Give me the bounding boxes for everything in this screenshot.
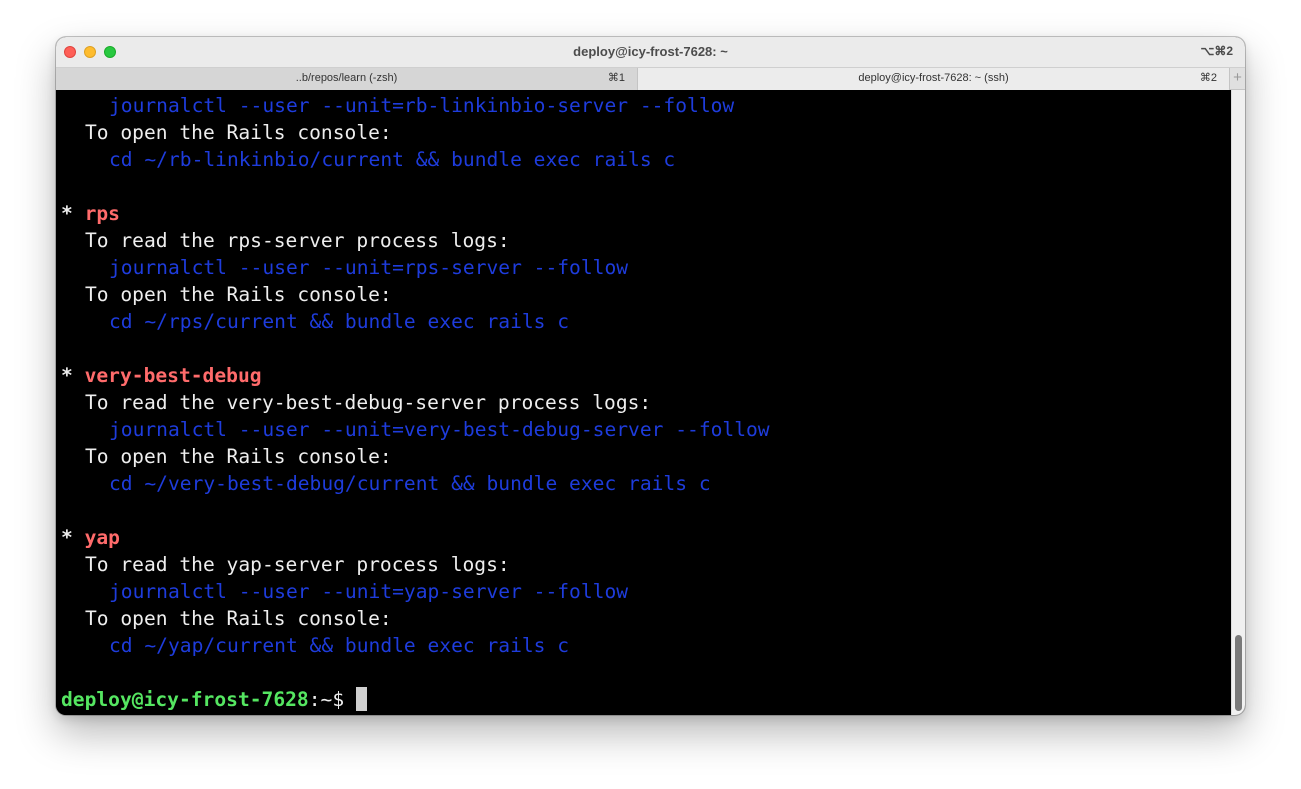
terminal-line: To read the very-best-debug-server proce… [85,391,652,414]
prompt-user-host: deploy@icy-frost-7628 [61,688,309,711]
shell-prompt[interactable]: deploy@icy-frost-7628:~$ [61,686,368,713]
terminal-line: To open the Rails console: [85,283,392,306]
bullet: * [61,364,85,387]
terminal-line: To read the rps-server process logs: [85,229,510,252]
terminal-line: cd ~/yap/current && bundle exec rails c [109,634,570,657]
terminal-line: journalctl --user --unit=very-best-debug… [109,418,770,441]
window-shortcut: ⌥⌘2 [1200,44,1233,58]
window-title: deploy@icy-frost-7628: ~ [573,44,728,59]
terminal-output[interactable]: journalctl --user --unit=rb-linkinbio-se… [56,90,1231,715]
terminal-line: To open the Rails console: [85,445,392,468]
terminal-line: cd ~/very-best-debug/current && bundle e… [109,472,711,495]
app-name: yap [84,526,120,549]
text-cursor [356,687,368,711]
app-heading: * very-best-debug [61,362,262,389]
tab-zsh[interactable]: ..b/repos/learn (-zsh) ⌘1 [56,68,638,90]
terminal-line: cd ~/rb-linkinbio/current && bundle exec… [109,148,676,171]
tab-shortcut: ⌘2 [1199,72,1217,84]
new-tab-plus-icon[interactable]: + [1230,68,1245,90]
terminal-line: journalctl --user --unit=yap-server --fo… [109,580,629,603]
terminal-line: To read the yap-server process logs: [85,553,510,576]
tab-bar: ..b/repos/learn (-zsh) ⌘1 deploy@icy-fro… [56,67,1245,90]
terminal-line: journalctl --user --unit=rb-linkinbio-se… [109,94,735,117]
tab-shortcut: ⌘1 [607,72,625,84]
bullet: * [61,526,85,549]
tab-ssh[interactable]: deploy@icy-frost-7628: ~ (ssh) ⌘2 [638,68,1230,90]
bullet: * [61,202,85,225]
app-heading: * rps [61,200,120,227]
app-name: very-best-debug [84,364,262,387]
prompt-path: :~ [308,688,333,711]
terminal-line: journalctl --user --unit=rps-server --fo… [109,256,629,279]
terminal-line: To open the Rails console: [85,607,392,630]
tab-label: deploy@icy-frost-7628: ~ (ssh) [858,72,1009,84]
terminal-line: cd ~/rps/current && bundle exec rails c [109,310,570,333]
terminal-window: deploy@icy-frost-7628: ~ ⌥⌘2 ..b/repos/l… [56,37,1245,715]
title-bar[interactable]: deploy@icy-frost-7628: ~ ⌥⌘2 [56,37,1245,67]
tab-label: ..b/repos/learn (-zsh) [295,72,398,84]
terminal-line: To open the Rails console: [85,121,392,144]
app-name: rps [84,202,120,225]
scrollbar[interactable] [1231,90,1245,715]
prompt-symbol: $ [332,688,345,711]
app-heading: * yap [61,524,120,551]
scrollbar-thumb[interactable] [1235,635,1242,711]
